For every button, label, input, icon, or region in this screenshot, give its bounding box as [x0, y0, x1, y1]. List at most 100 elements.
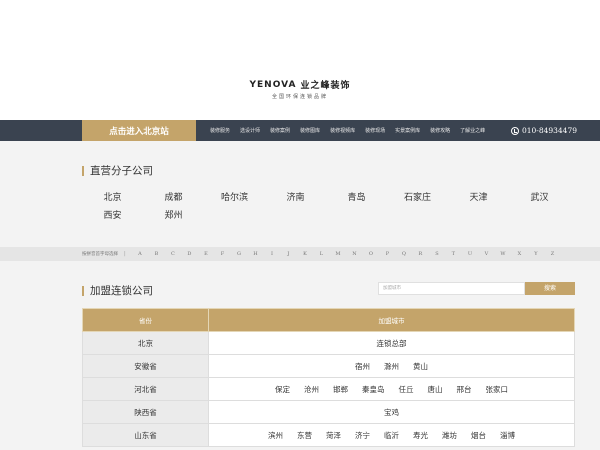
alphabet-letter[interactable]: F	[214, 251, 231, 257]
province-header: 省份	[82, 308, 209, 332]
alphabet-letter[interactable]: C	[165, 251, 182, 257]
alphabet-letter[interactable]: V	[478, 251, 495, 257]
alphabet-letter[interactable]: O	[363, 251, 380, 257]
table-row: 北京 连锁总部	[82, 331, 575, 355]
navbar: 点击进入北京站 装修服务 选设计师 装修案例 装修图库 装修视频库 装修现场 实景案例库 装修…	[0, 120, 600, 141]
alphabet-letter[interactable]: H	[247, 251, 264, 257]
title-accent-bar	[82, 285, 84, 296]
franchise-city-link[interactable]: 烟台	[471, 431, 486, 440]
nav-link[interactable]: 装修图库	[300, 127, 320, 134]
direct-section-title: 直营分子公司	[82, 163, 153, 178]
province-cell: 河北省	[82, 377, 209, 401]
alphabet-letter[interactable]: Q	[396, 251, 413, 257]
franchise-city-link[interactable]: 邢台	[457, 385, 472, 394]
alphabet-letter[interactable]: B	[148, 251, 165, 257]
table-row: 山东省 滨州 东营 菏泽 济宁 临沂 寿光 潍坊 烟台 淄博	[82, 423, 575, 447]
alphabet-letter[interactable]: R	[412, 251, 429, 257]
city-link[interactable]: 天津	[448, 190, 509, 203]
table-row: 陕西省 宝鸡	[82, 400, 575, 424]
city-link[interactable]: 哈尔滨	[204, 190, 265, 203]
franchise-city-link[interactable]: 黄山	[413, 362, 428, 371]
alphabet-letter[interactable]: G	[231, 251, 248, 257]
nav-link[interactable]: 选设计师	[240, 127, 260, 134]
enter-beijing-button[interactable]: 点击进入北京站	[82, 120, 196, 141]
city-link[interactable]: 武汉	[509, 190, 570, 203]
franchise-city-link[interactable]: 淄博	[500, 431, 515, 440]
cities-cell: 连锁总部	[208, 331, 575, 355]
city-link[interactable]: 青岛	[326, 190, 387, 203]
alphabet-letter[interactable]: K	[297, 251, 314, 257]
alphabet-letter[interactable]: Y	[528, 251, 545, 257]
franchise-city-link[interactable]: 济宁	[355, 431, 370, 440]
alphabet-letter[interactable]: E	[198, 251, 215, 257]
franchise-city-link[interactable]: 潍坊	[442, 431, 457, 440]
table-row: 河北省 保定 沧州 邯郸 秦皇岛 任丘 唐山 邢台 张家口	[82, 377, 575, 401]
franchise-city-link[interactable]: 邯郸	[333, 385, 348, 394]
alphabet-letter[interactable]: J	[280, 251, 297, 257]
franchise-city-link[interactable]: 滨州	[268, 431, 283, 440]
alphabet-letter[interactable]: W	[495, 251, 512, 257]
city-link[interactable]: 北京	[82, 190, 143, 203]
alphabet-letter[interactable]: M	[330, 251, 347, 257]
logo[interactable]: YENOVA 业之峰装饰 全国环保连锁品牌	[0, 78, 600, 108]
nav-link[interactable]: 实景案例库	[395, 127, 420, 134]
franchise-city-link[interactable]: 宝鸡	[384, 408, 399, 417]
hotline: 010-84934479	[510, 126, 577, 135]
alphabet-letter[interactable]: T	[445, 251, 462, 257]
hotline-number: 010-84934479	[521, 126, 577, 135]
cities-cell: 保定 沧州 邯郸 秦皇岛 任丘 唐山 邢台 张家口	[208, 377, 575, 401]
nav-link[interactable]: 装修视频库	[330, 127, 355, 134]
alphabet-letter[interactable]: A	[132, 251, 149, 257]
search-button[interactable]: 搜索	[525, 282, 575, 295]
title-accent-bar	[82, 165, 84, 176]
franchise-table: 省份 加盟城市 北京 连锁总部 安徽省 宿州 滁州 黄山河北省 保定 沧州 邯郸 秦皇岛 任丘 唐山 邢…	[82, 308, 575, 447]
nav-links: 装修服务 选设计师 装修案例 装修图库 装修视频库 装修现场 实景案例库 装修攻略 了解业之峰	[210, 127, 495, 134]
franchise-city-link[interactable]: 任丘	[399, 385, 414, 394]
franchise-city-link[interactable]: 滁州	[384, 362, 399, 371]
franchise-city-link[interactable]: 保定	[275, 385, 290, 394]
cities-cell: 宝鸡	[208, 400, 575, 424]
franchise-city-link[interactable]: 张家口	[486, 385, 509, 394]
alphabet-letter[interactable]: X	[511, 251, 528, 257]
province-cell: 陕西省	[82, 400, 209, 424]
nav-link[interactable]: 装修攻略	[430, 127, 450, 134]
city-link[interactable]: 济南	[265, 190, 326, 203]
franchise-city-link[interactable]: 菏泽	[326, 431, 341, 440]
alphabet-separator: |	[124, 251, 126, 257]
franchise-search-input[interactable]: 加盟城市	[378, 282, 525, 295]
alphabet-letter[interactable]: L	[313, 251, 330, 257]
direct-city-grid: 北京 成都 哈尔滨 济南 青岛 石家庄 天津 武汉西安 郑州	[82, 190, 577, 221]
alphabet-letter[interactable]: S	[429, 251, 446, 257]
logo-cn: 业之峰装饰	[300, 81, 351, 91]
city-link[interactable]: 成都	[143, 190, 204, 203]
alphabet-filter: 按拼音首字母选择 | ABCDEFGHIJKLMNOPQRSTUVWXYZ	[0, 247, 600, 261]
table-row: 安徽省 宿州 滁州 黄山	[82, 354, 575, 378]
franchise-city-link[interactable]: 临沂	[384, 431, 399, 440]
franchise-city-link[interactable]: 寿光	[413, 431, 428, 440]
franchise-city-link[interactable]: 秦皇岛	[362, 385, 385, 394]
nav-link[interactable]: 装修案例	[270, 127, 290, 134]
alphabet-letter[interactable]: D	[181, 251, 198, 257]
alphabet-letter[interactable]: U	[462, 251, 479, 257]
franchise-city-link[interactable]: 宿州	[355, 362, 370, 371]
nav-link[interactable]: 装修现场	[365, 127, 385, 134]
alphabet-letter[interactable]: N	[346, 251, 363, 257]
alphabet-letter[interactable]: P	[379, 251, 396, 257]
nav-link[interactable]: 了解业之峰	[460, 127, 485, 134]
franchise-city-link[interactable]: 连锁总部	[377, 339, 407, 348]
franchise-city-link[interactable]: 东营	[297, 431, 312, 440]
logo-tagline: 全国环保连锁品牌	[271, 94, 328, 100]
alphabet-label: 按拼音首字母选择	[82, 252, 118, 257]
city-link[interactable]: 石家庄	[387, 190, 448, 203]
franchise-city-link[interactable]: 唐山	[428, 385, 443, 394]
city-header: 加盟城市	[208, 308, 575, 332]
franchise-city-link[interactable]: 沧州	[304, 385, 319, 394]
city-link[interactable]: 西安	[82, 208, 143, 221]
city-link[interactable]: 郑州	[143, 208, 204, 221]
nav-link[interactable]: 装修服务	[210, 127, 230, 134]
alphabet-letter[interactable]: Z	[544, 251, 561, 257]
province-cell: 安徽省	[82, 354, 209, 378]
alphabet-letter[interactable]: I	[264, 251, 281, 257]
cities-cell: 滨州 东营 菏泽 济宁 临沂 寿光 潍坊 烟台 淄博	[208, 423, 575, 447]
province-cell: 山东省	[82, 423, 209, 447]
